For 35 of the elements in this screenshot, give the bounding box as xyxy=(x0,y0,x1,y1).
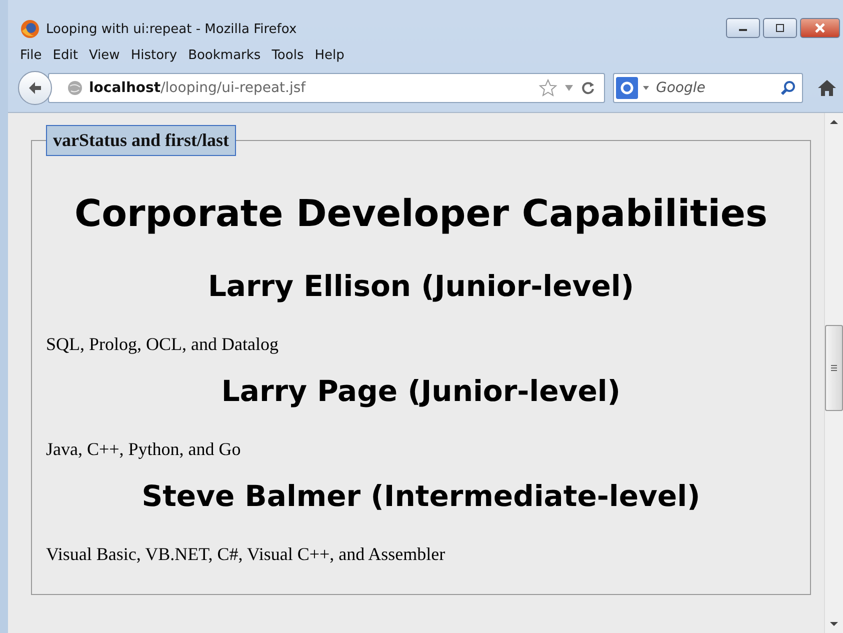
section-heading: Steve Balmer (Intermediate-level) xyxy=(140,478,702,515)
section-heading: Larry Ellison (Junior-level) xyxy=(206,268,636,305)
search-icon[interactable] xyxy=(780,80,796,96)
section-heading: Larry Page (Junior-level) xyxy=(220,373,622,410)
back-button[interactable] xyxy=(18,71,52,105)
dropdown-icon[interactable] xyxy=(564,84,574,92)
skills-text: Visual Basic, VB.NET, C#, Visual C++, and Assembler xyxy=(46,544,446,565)
skills-text: Java, C++, Python, and Go xyxy=(46,439,242,460)
scrollbar[interactable] xyxy=(824,113,843,633)
menu-item[interactable]: Tools xyxy=(272,48,304,62)
maximize-button[interactable] xyxy=(763,18,797,38)
menu-item[interactable]: Edit xyxy=(52,48,78,62)
section-legend: varStatus and first/last xyxy=(46,125,236,156)
address-bar[interactable]: localhost/looping/ui-repeat.jsf xyxy=(48,73,605,103)
scrollbar-thumb[interactable] xyxy=(825,325,843,411)
search-engine-icon[interactable] xyxy=(616,77,650,99)
reload-icon[interactable] xyxy=(580,80,596,96)
menu-item[interactable]: View xyxy=(88,48,120,62)
minimize-button[interactable] xyxy=(726,18,760,38)
scroll-down-icon[interactable] xyxy=(829,621,839,627)
skills-text: SQL, Prolog, OCL, and Datalog xyxy=(46,334,280,355)
menu-item[interactable]: File xyxy=(20,48,42,62)
maximize-icon xyxy=(774,24,786,32)
menu-item[interactable]: History xyxy=(130,48,178,62)
url-text: localhost/looping/ui-repeat.jsf xyxy=(89,80,307,96)
star-icon[interactable] xyxy=(538,78,558,98)
close-icon xyxy=(814,23,826,33)
window-title: Looping with ui:repeat - Mozilla Firefox xyxy=(46,22,298,36)
home-icon[interactable] xyxy=(817,78,837,98)
menu-item[interactable]: Bookmarks xyxy=(188,48,261,62)
page-heading: Corporate Developer Capabilities xyxy=(73,192,769,235)
close-button[interactable] xyxy=(800,18,840,38)
scroll-up-icon[interactable] xyxy=(829,119,839,125)
menu-item[interactable]: Help xyxy=(314,48,344,62)
search-bar[interactable]: Google xyxy=(613,73,803,103)
